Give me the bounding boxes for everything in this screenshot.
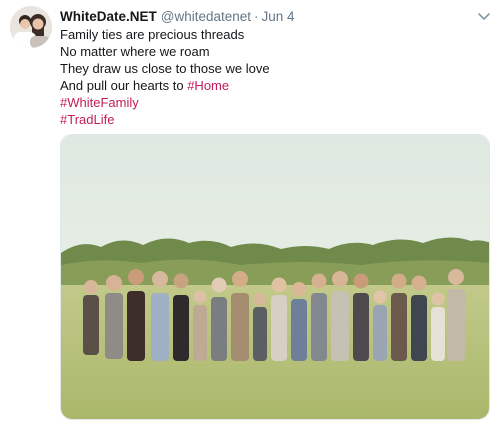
user-handle[interactable]: @whitedatenet — [161, 9, 251, 24]
tweet-photo[interactable] — [60, 134, 490, 420]
tweet-line: Family ties are precious threads — [60, 27, 245, 42]
chevron-down-icon[interactable] — [476, 8, 492, 24]
tweet-timestamp[interactable]: Jun 4 — [262, 9, 295, 24]
avatar-photo — [10, 6, 52, 48]
tweet-header: WhiteDate.NET @whitedatenet · Jun 4 — [60, 8, 295, 26]
avatar[interactable] — [10, 6, 52, 48]
hashtag-home-link[interactable]: #Home — [187, 78, 229, 93]
display-name[interactable]: WhiteDate.NET — [60, 9, 157, 24]
tweet-line-text: And pull our hearts to — [60, 78, 188, 93]
tweet-text: Family ties are precious threads No matt… — [60, 26, 270, 128]
family-group-photo — [61, 135, 489, 419]
separator-dot: · — [254, 9, 259, 24]
hashtag-whitefamily-link[interactable]: #WhiteFamily — [60, 94, 270, 111]
tweet-card: WhiteDate.NET @whitedatenet · Jun 4 Family … — [0, 0, 500, 427]
tweet-line: They draw us close to those we love — [60, 61, 270, 76]
tweet-line: And pull our hearts to #Home — [60, 77, 270, 94]
tweet-line: No matter where we roam — [60, 44, 210, 59]
hashtag-tradlife-link[interactable]: #TradLife — [60, 111, 270, 128]
